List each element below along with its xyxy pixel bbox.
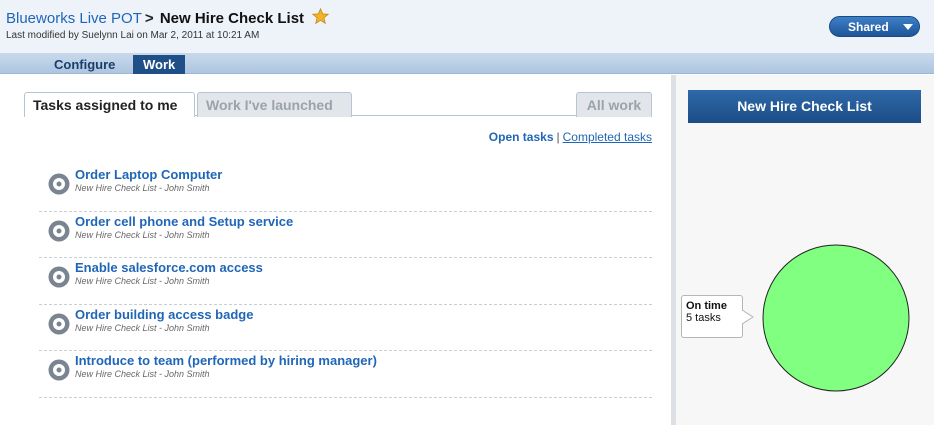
work-main-panel: Tasks assigned to me Work I've launched …: [0, 75, 671, 425]
task-subtitle: New Hire Check List - John Smith: [75, 229, 210, 240]
pie-slice-on-time[interactable]: [762, 244, 910, 392]
task-item[interactable]: Enable salesforce.com access New Hire Ch…: [39, 258, 652, 305]
task-title[interactable]: Enable salesforce.com access: [75, 260, 263, 275]
breadcrumb: Blueworks Live POT > New Hire Check List: [6, 8, 330, 27]
task-subtitle: New Hire Check List - John Smith: [75, 369, 210, 379]
tooltip-count: 5 tasks: [686, 312, 721, 324]
task-subtitle: New Hire Check List - John Smith: [75, 276, 210, 286]
space-link[interactable]: Blueworks Live POT: [6, 10, 142, 27]
tooltip-status: On time: [686, 300, 727, 312]
tab-work-launched[interactable]: Work I've launched: [197, 92, 352, 117]
task-title[interactable]: Order building access badge: [75, 307, 253, 322]
task-subtitle: New Hire Check List - John Smith: [75, 183, 210, 193]
tab-configure[interactable]: Configure: [44, 55, 125, 74]
task-item[interactable]: Introduce to team (performed by hiring m…: [39, 351, 652, 398]
last-modified-text: Last modified by Suelynn Lai on Mar 2, 2…: [6, 30, 260, 41]
process-summary-title[interactable]: New Hire Check List: [688, 90, 921, 123]
task-subtitle: New Hire Check List - John Smith: [75, 322, 210, 333]
filter-separator: |: [556, 130, 560, 144]
status-pie-chart: [762, 244, 910, 392]
page-title: New Hire Check List: [159, 10, 305, 27]
task-item[interactable]: Order cell phone and Setup service New H…: [39, 212, 652, 258]
task-gear-icon: [48, 220, 70, 241]
task-item[interactable]: Order building access badge New Hire Che…: [39, 305, 652, 351]
page-header: Blueworks Live POT > New Hire Check List …: [0, 0, 934, 53]
shared-label: Shared: [848, 20, 889, 34]
task-title[interactable]: Order cell phone and Setup service: [75, 214, 293, 229]
pie-tooltip: On time 5 tasks: [681, 295, 743, 338]
mode-nav-bar: Configure Work: [0, 53, 934, 74]
task-list: Order Laptop Computer New Hire Check Lis…: [39, 165, 652, 398]
chevron-down-icon: [903, 24, 913, 30]
task-title[interactable]: Introduce to team (performed by hiring m…: [75, 353, 377, 368]
task-title[interactable]: Order Laptop Computer: [75, 167, 222, 182]
status-side-panel: New Hire Check List On time 5 tasks: [676, 75, 934, 425]
task-item[interactable]: Order Laptop Computer New Hire Check Lis…: [39, 165, 652, 212]
task-gear-icon: [48, 359, 70, 381]
favorite-star-icon[interactable]: [312, 8, 330, 25]
tab-all-work[interactable]: All work: [576, 92, 652, 117]
tab-work[interactable]: Work: [133, 55, 186, 74]
completed-tasks-link[interactable]: Completed tasks: [563, 130, 652, 144]
tab-tasks-assigned[interactable]: Tasks assigned to me: [24, 92, 195, 117]
work-tabs: Tasks assigned to me Work I've launched …: [24, 92, 652, 117]
breadcrumb-separator: >: [144, 10, 154, 27]
task-gear-icon: [48, 313, 70, 334]
tooltip-pointer: [742, 310, 754, 324]
open-tasks-filter[interactable]: Open tasks: [489, 130, 554, 144]
task-filter: Open tasks | Completed tasks: [489, 130, 652, 144]
task-gear-icon: [48, 266, 70, 288]
task-gear-icon: [48, 173, 70, 195]
shared-button[interactable]: Shared: [829, 16, 920, 37]
